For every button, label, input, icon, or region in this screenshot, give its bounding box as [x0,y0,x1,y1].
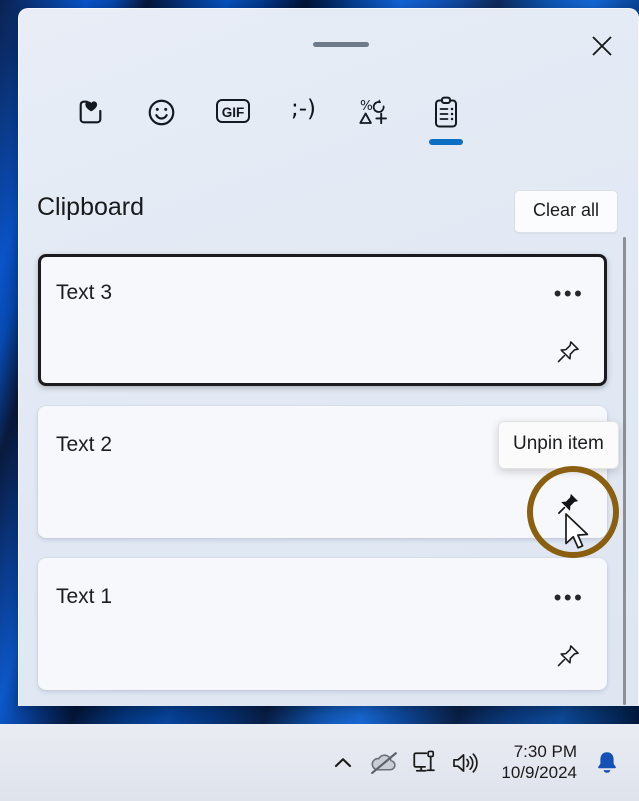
clipboard-item-2[interactable]: Text 1 ••• [38,558,607,690]
chevron-up-icon [335,757,352,767]
tab-symbols[interactable]: % [339,87,410,159]
pin-item-button[interactable] [549,638,587,674]
tab-clipboard[interactable] [410,87,481,159]
taskbar-network-button[interactable] [405,735,445,791]
pin-outline-icon [557,341,579,363]
smiley-face-icon [148,99,175,126]
bell-icon [598,751,616,773]
clipboard-item-text: Text 3 [56,281,113,304]
svg-text:%: % [360,98,373,114]
clipboard-item-text: Text 2 [56,433,113,456]
taskbar-clock[interactable]: 7:30 PM 10/9/2024 [487,742,587,783]
clipboard-icon [434,96,457,128]
taskbar-onedrive-button[interactable] [363,735,405,791]
taskbar-date: 10/9/2024 [501,762,577,782]
tab-gif[interactable]: GIF [197,87,268,159]
monitor-network-icon [413,750,436,772]
drag-handle[interactable] [313,42,369,47]
mouse-cursor [565,513,589,549]
tab-kaomoji-label: ;-) [290,96,317,122]
pin-outline-icon [557,645,579,667]
gif-icon: GIF [215,99,250,123]
tooltip: Unpin item [498,421,619,469]
svg-text:GIF: GIF [221,105,244,120]
list-scrollbar[interactable] [623,237,626,705]
screen: GIF ;-) % Clipboard Clear all Text 3 •••… [0,0,639,801]
tab-kaomoji[interactable]: ;-) [268,87,339,159]
taskbar-volume-button[interactable] [445,735,487,791]
clipboard-item-0[interactable]: Text 3 ••• [38,254,607,386]
clipboard-header: Clipboard Clear all [19,187,638,243]
tab-strip: GIF ;-) % [19,87,638,163]
page-title: Clipboard [37,193,145,221]
clipboard-flyout-panel: GIF ;-) % Clipboard Clear all Text 3 •••… [18,8,639,706]
taskbar-show-hidden-icons-button[interactable] [323,735,363,791]
tab-emoji[interactable] [126,87,197,159]
symbols-icon: % [358,98,387,125]
pin-item-button[interactable] [549,334,587,370]
heart-square-icon [79,100,102,124]
taskbar-time: 7:30 PM [513,741,577,761]
item-more-options-button[interactable]: ••• [551,278,587,310]
clear-all-button[interactable]: Clear all [513,190,618,233]
close-button[interactable] [582,26,622,66]
speaker-icon [453,752,479,773]
close-icon [592,36,612,56]
taskbar: 7:30 PM 10/9/2024 [0,724,639,801]
taskbar-notifications-button[interactable] [587,735,627,791]
tab-recent[interactable] [55,87,126,159]
active-tab-indicator [428,139,463,145]
item-more-options-button[interactable]: ••• [551,582,587,614]
cloud-offline-icon [371,751,398,774]
clipboard-item-text: Text 1 [56,585,113,608]
